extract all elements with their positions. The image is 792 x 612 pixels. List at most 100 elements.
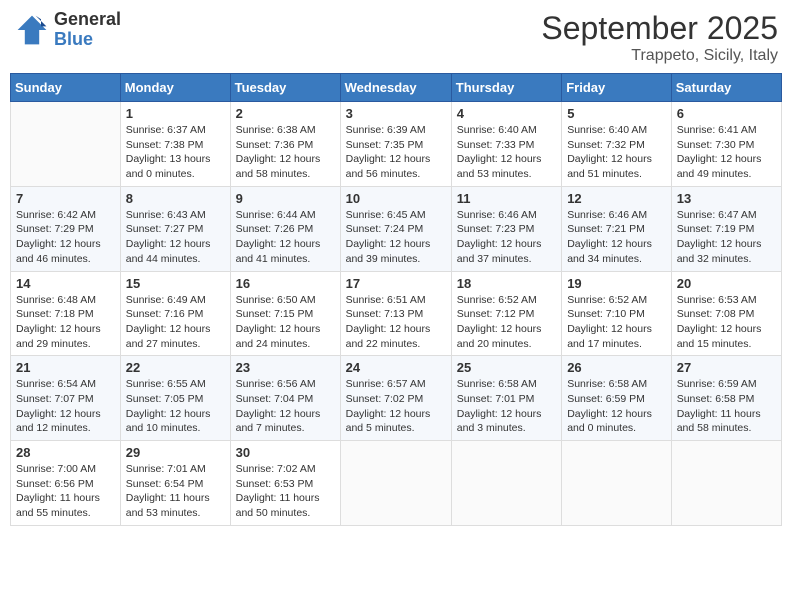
- sunset-text: Sunset: 7:04 PM: [236, 392, 335, 407]
- table-row: 16 Sunrise: 6:50 AM Sunset: 7:15 PM Dayl…: [230, 271, 340, 356]
- sunrise-text: Sunrise: 6:56 AM: [236, 377, 335, 392]
- daylight-text: Daylight: 12 hours and 46 minutes.: [16, 237, 115, 266]
- day-info: Sunrise: 6:45 AM Sunset: 7:24 PM Dayligh…: [346, 208, 446, 267]
- sunrise-text: Sunrise: 6:58 AM: [457, 377, 556, 392]
- table-row: 26 Sunrise: 6:58 AM Sunset: 6:59 PM Dayl…: [562, 356, 672, 441]
- sunrise-text: Sunrise: 6:39 AM: [346, 123, 446, 138]
- logo-line2: Blue: [54, 30, 121, 50]
- day-info: Sunrise: 6:52 AM Sunset: 7:12 PM Dayligh…: [457, 293, 556, 352]
- table-row: [671, 441, 781, 526]
- day-number: 17: [346, 276, 446, 291]
- day-info: Sunrise: 6:47 AM Sunset: 7:19 PM Dayligh…: [677, 208, 776, 267]
- table-row: 11 Sunrise: 6:46 AM Sunset: 7:23 PM Dayl…: [451, 186, 561, 271]
- daylight-text: Daylight: 12 hours and 56 minutes.: [346, 152, 446, 181]
- sunset-text: Sunset: 7:08 PM: [677, 307, 776, 322]
- table-row: 6 Sunrise: 6:41 AM Sunset: 7:30 PM Dayli…: [671, 102, 781, 187]
- daylight-text: Daylight: 12 hours and 20 minutes.: [457, 322, 556, 351]
- table-row: 15 Sunrise: 6:49 AM Sunset: 7:16 PM Dayl…: [120, 271, 230, 356]
- sunset-text: Sunset: 7:10 PM: [567, 307, 666, 322]
- daylight-text: Daylight: 12 hours and 58 minutes.: [236, 152, 335, 181]
- sunset-text: Sunset: 7:36 PM: [236, 138, 335, 153]
- table-row: 12 Sunrise: 6:46 AM Sunset: 7:21 PM Dayl…: [562, 186, 672, 271]
- day-number: 20: [677, 276, 776, 291]
- calendar-header-row: Sunday Monday Tuesday Wednesday Thursday…: [11, 74, 782, 102]
- sunset-text: Sunset: 7:07 PM: [16, 392, 115, 407]
- day-info: Sunrise: 7:01 AM Sunset: 6:54 PM Dayligh…: [126, 462, 225, 521]
- table-row: 4 Sunrise: 6:40 AM Sunset: 7:33 PM Dayli…: [451, 102, 561, 187]
- sunrise-text: Sunrise: 6:47 AM: [677, 208, 776, 223]
- day-info: Sunrise: 6:46 AM Sunset: 7:21 PM Dayligh…: [567, 208, 666, 267]
- table-row: 22 Sunrise: 6:55 AM Sunset: 7:05 PM Dayl…: [120, 356, 230, 441]
- day-info: Sunrise: 6:50 AM Sunset: 7:15 PM Dayligh…: [236, 293, 335, 352]
- day-info: Sunrise: 6:55 AM Sunset: 7:05 PM Dayligh…: [126, 377, 225, 436]
- day-info: Sunrise: 6:44 AM Sunset: 7:26 PM Dayligh…: [236, 208, 335, 267]
- title-block: September 2025 Trappeto, Sicily, Italy: [541, 10, 778, 65]
- daylight-text: Daylight: 12 hours and 41 minutes.: [236, 237, 335, 266]
- sunset-text: Sunset: 7:32 PM: [567, 138, 666, 153]
- table-row: 20 Sunrise: 6:53 AM Sunset: 7:08 PM Dayl…: [671, 271, 781, 356]
- day-number: 18: [457, 276, 556, 291]
- day-info: Sunrise: 6:41 AM Sunset: 7:30 PM Dayligh…: [677, 123, 776, 182]
- day-number: 5: [567, 106, 666, 121]
- day-number: 24: [346, 360, 446, 375]
- col-saturday: Saturday: [671, 74, 781, 102]
- sunrise-text: Sunrise: 6:38 AM: [236, 123, 335, 138]
- table-row: 30 Sunrise: 7:02 AM Sunset: 6:53 PM Dayl…: [230, 441, 340, 526]
- sunset-text: Sunset: 6:54 PM: [126, 477, 225, 492]
- day-info: Sunrise: 6:56 AM Sunset: 7:04 PM Dayligh…: [236, 377, 335, 436]
- table-row: 21 Sunrise: 6:54 AM Sunset: 7:07 PM Dayl…: [11, 356, 121, 441]
- table-row: 27 Sunrise: 6:59 AM Sunset: 6:58 PM Dayl…: [671, 356, 781, 441]
- daylight-text: Daylight: 11 hours and 53 minutes.: [126, 491, 225, 520]
- day-info: Sunrise: 7:02 AM Sunset: 6:53 PM Dayligh…: [236, 462, 335, 521]
- day-number: 1: [126, 106, 225, 121]
- day-number: 19: [567, 276, 666, 291]
- table-row: [562, 441, 672, 526]
- table-row: 9 Sunrise: 6:44 AM Sunset: 7:26 PM Dayli…: [230, 186, 340, 271]
- table-row: 5 Sunrise: 6:40 AM Sunset: 7:32 PM Dayli…: [562, 102, 672, 187]
- day-number: 22: [126, 360, 225, 375]
- col-wednesday: Wednesday: [340, 74, 451, 102]
- sunset-text: Sunset: 7:01 PM: [457, 392, 556, 407]
- sunset-text: Sunset: 7:24 PM: [346, 222, 446, 237]
- sunrise-text: Sunrise: 6:43 AM: [126, 208, 225, 223]
- sunrise-text: Sunrise: 6:53 AM: [677, 293, 776, 308]
- daylight-text: Daylight: 12 hours and 22 minutes.: [346, 322, 446, 351]
- day-info: Sunrise: 6:40 AM Sunset: 7:33 PM Dayligh…: [457, 123, 556, 182]
- table-row: [340, 441, 451, 526]
- sunrise-text: Sunrise: 6:48 AM: [16, 293, 115, 308]
- daylight-text: Daylight: 12 hours and 39 minutes.: [346, 237, 446, 266]
- sunset-text: Sunset: 7:35 PM: [346, 138, 446, 153]
- logo-line1: General: [54, 10, 121, 30]
- day-number: 11: [457, 191, 556, 206]
- day-number: 29: [126, 445, 225, 460]
- table-row: 17 Sunrise: 6:51 AM Sunset: 7:13 PM Dayl…: [340, 271, 451, 356]
- sunrise-text: Sunrise: 6:40 AM: [567, 123, 666, 138]
- sunset-text: Sunset: 7:29 PM: [16, 222, 115, 237]
- daylight-text: Daylight: 12 hours and 15 minutes.: [677, 322, 776, 351]
- col-sunday: Sunday: [11, 74, 121, 102]
- logo: General Blue: [14, 10, 121, 50]
- day-info: Sunrise: 6:42 AM Sunset: 7:29 PM Dayligh…: [16, 208, 115, 267]
- daylight-text: Daylight: 12 hours and 44 minutes.: [126, 237, 225, 266]
- calendar-week-row: 7 Sunrise: 6:42 AM Sunset: 7:29 PM Dayli…: [11, 186, 782, 271]
- table-row: 1 Sunrise: 6:37 AM Sunset: 7:38 PM Dayli…: [120, 102, 230, 187]
- daylight-text: Daylight: 12 hours and 3 minutes.: [457, 407, 556, 436]
- col-monday: Monday: [120, 74, 230, 102]
- daylight-text: Daylight: 12 hours and 37 minutes.: [457, 237, 556, 266]
- day-info: Sunrise: 6:54 AM Sunset: 7:07 PM Dayligh…: [16, 377, 115, 436]
- day-info: Sunrise: 7:00 AM Sunset: 6:56 PM Dayligh…: [16, 462, 115, 521]
- daylight-text: Daylight: 11 hours and 55 minutes.: [16, 491, 115, 520]
- sunrise-text: Sunrise: 6:49 AM: [126, 293, 225, 308]
- daylight-text: Daylight: 12 hours and 27 minutes.: [126, 322, 225, 351]
- day-number: 16: [236, 276, 335, 291]
- calendar-week-row: 21 Sunrise: 6:54 AM Sunset: 7:07 PM Dayl…: [11, 356, 782, 441]
- table-row: 8 Sunrise: 6:43 AM Sunset: 7:27 PM Dayli…: [120, 186, 230, 271]
- sunrise-text: Sunrise: 6:40 AM: [457, 123, 556, 138]
- table-row: 29 Sunrise: 7:01 AM Sunset: 6:54 PM Dayl…: [120, 441, 230, 526]
- sunset-text: Sunset: 6:58 PM: [677, 392, 776, 407]
- day-info: Sunrise: 6:52 AM Sunset: 7:10 PM Dayligh…: [567, 293, 666, 352]
- sunrise-text: Sunrise: 6:41 AM: [677, 123, 776, 138]
- day-number: 8: [126, 191, 225, 206]
- day-number: 23: [236, 360, 335, 375]
- sunrise-text: Sunrise: 6:37 AM: [126, 123, 225, 138]
